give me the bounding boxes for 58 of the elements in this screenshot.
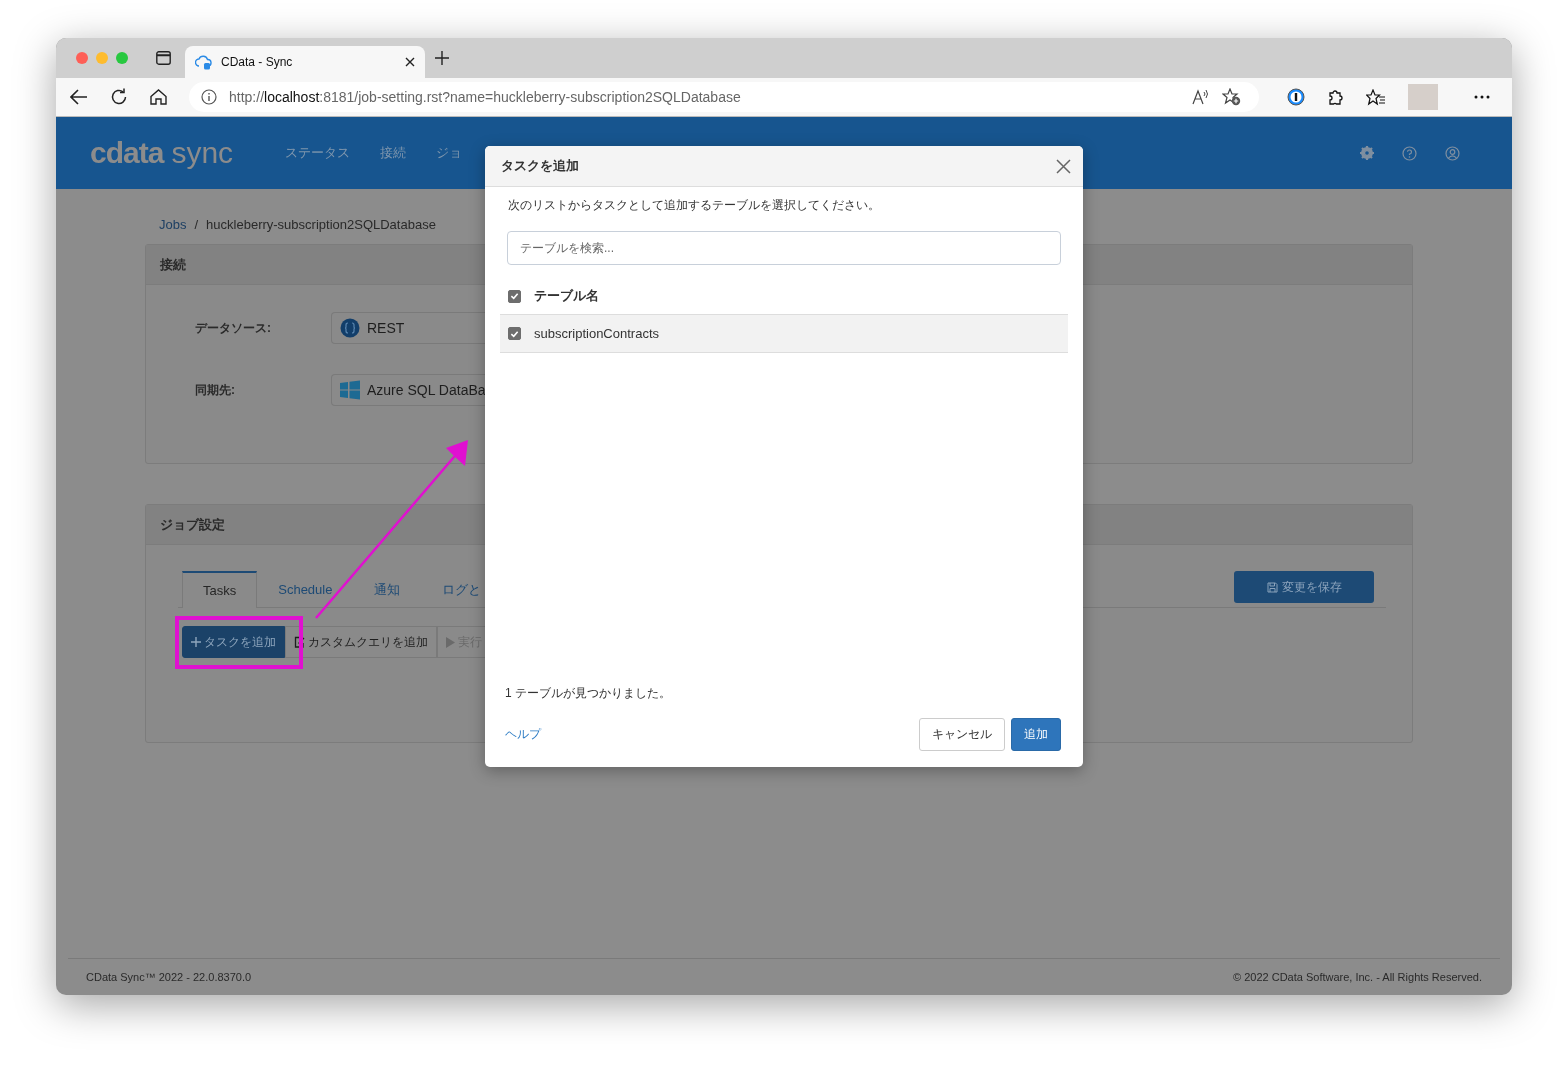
logo-mark: cdata: [90, 136, 164, 170]
settings-tab[interactable]: 通知: [353, 571, 422, 607]
url-text: http://localhost:8181/job-setting.rst?name=huckleberry-subscription2SQLDatabase: [229, 89, 742, 105]
home-icon[interactable]: [150, 89, 167, 105]
settings-tab[interactable]: ログと: [421, 571, 503, 607]
cloud-icon: [195, 54, 212, 70]
breadcrumb-separator: /: [194, 217, 199, 232]
field-label: データソース:: [195, 319, 272, 337]
tab-title: CData - Sync: [221, 55, 294, 69]
dialog-title: タスクを追加: [501, 157, 579, 175]
action-button[interactable]: カスタムクエリを追加: [285, 626, 437, 658]
windows-icon: [340, 380, 360, 400]
star-plus-icon[interactable]: [1222, 88, 1241, 106]
dialog-button[interactable]: 追加: [1011, 718, 1061, 751]
sidebar-icon[interactable]: [156, 51, 171, 65]
nav-link[interactable]: ステータス: [285, 144, 351, 162]
settings-tab[interactable]: Tasks: [182, 571, 258, 608]
play-icon: [446, 636, 455, 648]
search-field[interactable]: テーブルを検索...: [507, 231, 1061, 265]
edit-icon: [294, 636, 305, 648]
plus-icon[interactable]: [435, 51, 449, 65]
save-icon: [1266, 581, 1278, 593]
field-label: 同期先:: [195, 381, 236, 399]
dialog-button[interactable]: キャンセル: [919, 718, 1005, 751]
close-button[interactable]: [1056, 158, 1071, 174]
result-count: 1 テーブルが見つかりました。: [505, 685, 672, 702]
instruction-text: 次のリストからタスクとして追加するテーブルを選択してください。: [508, 197, 881, 214]
back-icon[interactable]: [70, 89, 88, 105]
column-header: テーブル名: [534, 287, 599, 305]
nav-link[interactable]: ジョ: [436, 144, 463, 162]
puzzle-icon[interactable]: [1327, 88, 1344, 106]
table-name: subscriptionContracts: [534, 326, 659, 341]
copyright-text: © 2022 CData Software, Inc. - All Rights Reserved.: [1233, 971, 1482, 983]
read-aloud-icon[interactable]: [1192, 89, 1210, 105]
more-icon[interactable]: [1474, 95, 1490, 99]
settings-tab[interactable]: Schedule: [257, 571, 354, 607]
breadcrumb-link[interactable]: Jobs: [159, 217, 187, 232]
select-all-checkbox[interactable]: [508, 289, 521, 303]
connection-select[interactable]: Azure SQL DataBa: [331, 374, 485, 406]
save-button[interactable]: 変更を保存: [1234, 571, 1374, 603]
row-checkbox[interactable]: [508, 327, 521, 340]
action-button[interactable]: タスクを追加: [182, 626, 285, 658]
password-manager-icon[interactable]: [1287, 88, 1305, 106]
reload-icon[interactable]: [110, 88, 128, 106]
browser-tab[interactable]: CData - Sync: [185, 46, 425, 78]
version-text: CData Sync™ 2022 - 22.0.8370.0: [86, 971, 252, 983]
close-icon[interactable]: [405, 57, 415, 67]
connection-select[interactable]: REST: [331, 312, 485, 344]
table-row[interactable]: subscriptionContracts: [500, 315, 1068, 353]
favorites-icon[interactable]: [1366, 88, 1386, 106]
help-link[interactable]: ヘルプ: [505, 726, 541, 743]
breadcrumb-current: huckleberry-subscription2SQLDatabase: [206, 217, 436, 232]
info-icon: [201, 89, 217, 105]
plus-icon: [191, 637, 201, 647]
logo-word: sync: [171, 136, 234, 170]
address-bar[interactable]: http://localhost:8181/job-setting.rst?name=huckleberry-subscription2SQLDatabase: [189, 82, 1259, 112]
nav-link[interactable]: 接続: [380, 144, 407, 162]
braces-icon: [340, 318, 360, 338]
